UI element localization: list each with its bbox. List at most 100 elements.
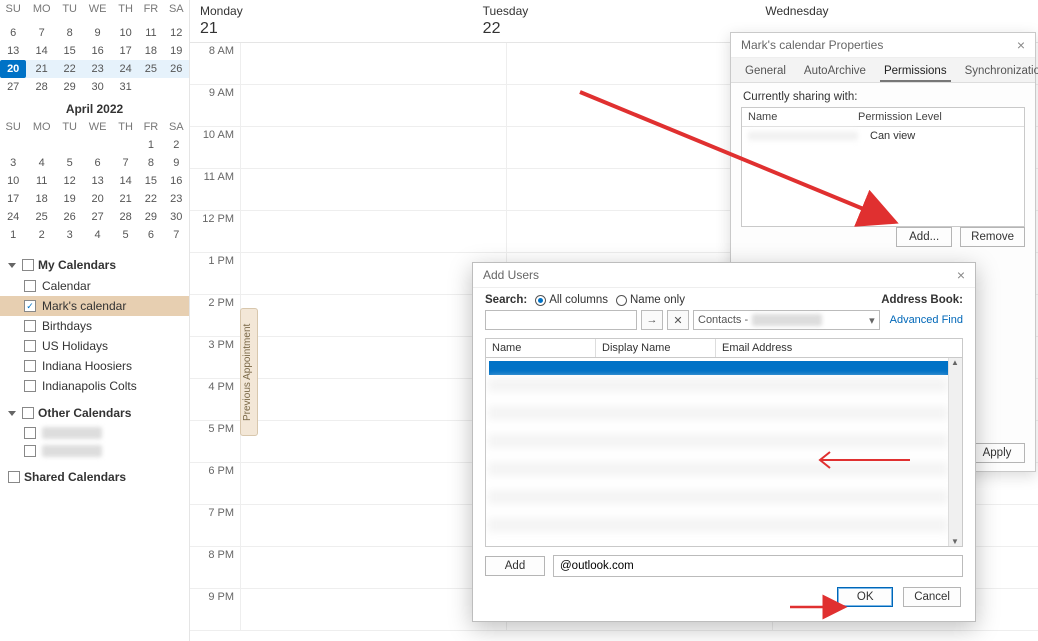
col-permission-header[interactable]: Permission Level — [852, 108, 948, 126]
mini-cal-day[interactable]: 8 — [138, 154, 163, 172]
mini-cal-day[interactable]: 2 — [164, 136, 189, 154]
scrollbar-vertical[interactable] — [948, 358, 962, 546]
mini-cal-day[interactable]: 4 — [26, 154, 57, 172]
previous-appointment-handle[interactable]: Previous Appointment — [240, 308, 258, 436]
contacts-list[interactable] — [485, 357, 963, 547]
sharing-row[interactable]: Can view — [742, 127, 1024, 145]
mini-cal-day[interactable]: 7 — [26, 24, 57, 42]
mini-cal-day[interactable]: 19 — [57, 190, 82, 208]
mini-cal-day[interactable]: 27 — [82, 208, 113, 226]
mini-cal-day[interactable]: 1 — [138, 136, 163, 154]
calendar-item[interactable]: Birthdays — [0, 316, 189, 336]
calendar-item[interactable]: Indianapolis Colts — [0, 376, 189, 396]
mini-cal-day[interactable]: 17 — [0, 190, 26, 208]
mini-cal-day[interactable]: 10 — [0, 172, 26, 190]
mini-cal-day[interactable]: 19 — [164, 42, 189, 60]
mini-cal-day[interactable]: 5 — [113, 226, 138, 244]
mini-cal-day[interactable]: 9 — [82, 24, 113, 42]
mini-cal-day[interactable]: 7 — [164, 226, 189, 244]
mini-cal-day[interactable]: 9 — [164, 154, 189, 172]
add-recipient-button[interactable]: Add — [485, 556, 545, 576]
mini-cal-day[interactable] — [82, 136, 113, 154]
mini-cal-day[interactable]: 15 — [138, 172, 163, 190]
ok-button[interactable]: OK — [837, 587, 893, 607]
calendar-group-other[interactable]: Other Calendars — [0, 402, 189, 424]
address-book-combo[interactable]: Contacts - — [693, 310, 880, 330]
col-name-header[interactable]: Name — [486, 339, 596, 357]
calendar-checkbox[interactable] — [24, 280, 36, 292]
col-display-header[interactable]: Display Name — [596, 339, 716, 357]
mini-cal-day[interactable]: 17 — [113, 42, 138, 60]
mini-calendar-month2[interactable]: April 2022 SUMOTUWETHFRSA123456789101112… — [0, 96, 189, 244]
mini-cal-day[interactable]: 23 — [82, 60, 113, 78]
mini-cal-day[interactable]: 24 — [113, 60, 138, 78]
mini-cal-day[interactable]: 14 — [113, 172, 138, 190]
mini-cal-day[interactable]: 25 — [26, 208, 57, 226]
calendar-checkbox[interactable] — [24, 380, 36, 392]
col-name-header[interactable]: Name — [742, 108, 852, 126]
mini-cal-day[interactable]: 6 — [138, 226, 163, 244]
calendar-item[interactable]: Indiana Hoosiers — [0, 356, 189, 376]
day-column-header[interactable]: Monday21 — [190, 0, 473, 42]
calendar-group-my[interactable]: My Calendars — [0, 254, 189, 276]
mini-cal-day[interactable]: 7 — [113, 154, 138, 172]
contacts-columns[interactable]: Name Display Name Email Address — [485, 338, 963, 357]
mini-cal-day[interactable]: 11 — [138, 24, 163, 42]
mini-cal-day[interactable]: 15 — [57, 42, 82, 60]
calendar-group-shared[interactable]: Shared Calendars — [0, 466, 189, 488]
mini-cal-day[interactable]: 10 — [113, 24, 138, 42]
mini-cal-day[interactable] — [164, 78, 189, 96]
mini-cal-day[interactable]: 28 — [26, 78, 57, 96]
mini-cal-day[interactable]: 16 — [82, 42, 113, 60]
clear-button[interactable]: ✕ — [667, 310, 689, 330]
mini-cal-day[interactable]: 12 — [57, 172, 82, 190]
advanced-find-link[interactable]: Advanced Find — [890, 314, 963, 326]
mini-cal-day[interactable]: 14 — [26, 42, 57, 60]
mini-cal-day[interactable]: 23 — [164, 190, 189, 208]
tab-general[interactable]: General — [741, 62, 790, 82]
calendar-checkbox[interactable] — [24, 360, 36, 372]
sharing-list[interactable]: Name Permission Level Can view — [741, 107, 1025, 227]
mini-cal-day[interactable]: 12 — [164, 24, 189, 42]
mini-cal-day[interactable]: 18 — [26, 190, 57, 208]
close-icon[interactable]: × — [1017, 37, 1025, 53]
apply-button[interactable]: Apply — [969, 443, 1025, 463]
group-checkbox[interactable] — [22, 259, 34, 271]
calendar-checkbox[interactable] — [24, 320, 36, 332]
mini-cal-day[interactable]: 20 — [82, 190, 113, 208]
mini-cal-day[interactable]: 6 — [0, 24, 26, 42]
mini-cal-day[interactable]: 29 — [57, 78, 82, 96]
mini-cal-day[interactable] — [113, 136, 138, 154]
mini-cal-day[interactable] — [57, 136, 82, 154]
calendar-item[interactable] — [0, 442, 189, 460]
mini-cal-day[interactable]: 30 — [82, 78, 113, 96]
mini-cal-day[interactable]: 4 — [82, 226, 113, 244]
mini-cal-day[interactable]: 13 — [0, 42, 26, 60]
mini-cal-day[interactable]: 5 — [57, 154, 82, 172]
go-button[interactable]: → — [641, 310, 663, 330]
mini-cal-day[interactable]: 28 — [113, 208, 138, 226]
group-checkbox[interactable] — [22, 407, 34, 419]
mini-cal-day[interactable]: 26 — [164, 60, 189, 78]
calendar-checkbox[interactable] — [24, 300, 36, 312]
tab-synchronization[interactable]: Synchronization — [961, 62, 1038, 82]
radio-all-columns[interactable]: All columns — [535, 294, 608, 306]
col-email-header[interactable]: Email Address — [716, 339, 962, 357]
calendar-checkbox[interactable] — [24, 427, 36, 439]
mini-cal-day[interactable]: 30 — [164, 208, 189, 226]
radio-name-only[interactable]: Name only — [616, 294, 685, 306]
day-column-header[interactable]: Tuesday22 — [473, 0, 756, 42]
recipient-input[interactable] — [553, 555, 963, 577]
calendar-item[interactable]: Calendar — [0, 276, 189, 296]
mini-cal-day[interactable]: 20 — [0, 60, 26, 78]
tab-autoarchive[interactable]: AutoArchive — [800, 62, 870, 82]
mini-cal-day[interactable]: 18 — [138, 42, 163, 60]
mini-cal-day[interactable]: 3 — [0, 154, 26, 172]
calendar-item[interactable]: US Holidays — [0, 336, 189, 356]
mini-cal-day[interactable] — [26, 136, 57, 154]
tab-permissions[interactable]: Permissions — [880, 62, 951, 82]
cancel-button[interactable]: Cancel — [903, 587, 961, 607]
mini-cal-day[interactable]: 8 — [57, 24, 82, 42]
mini-cal-day[interactable]: 21 — [26, 60, 57, 78]
mini-cal-day[interactable]: 27 — [0, 78, 26, 96]
